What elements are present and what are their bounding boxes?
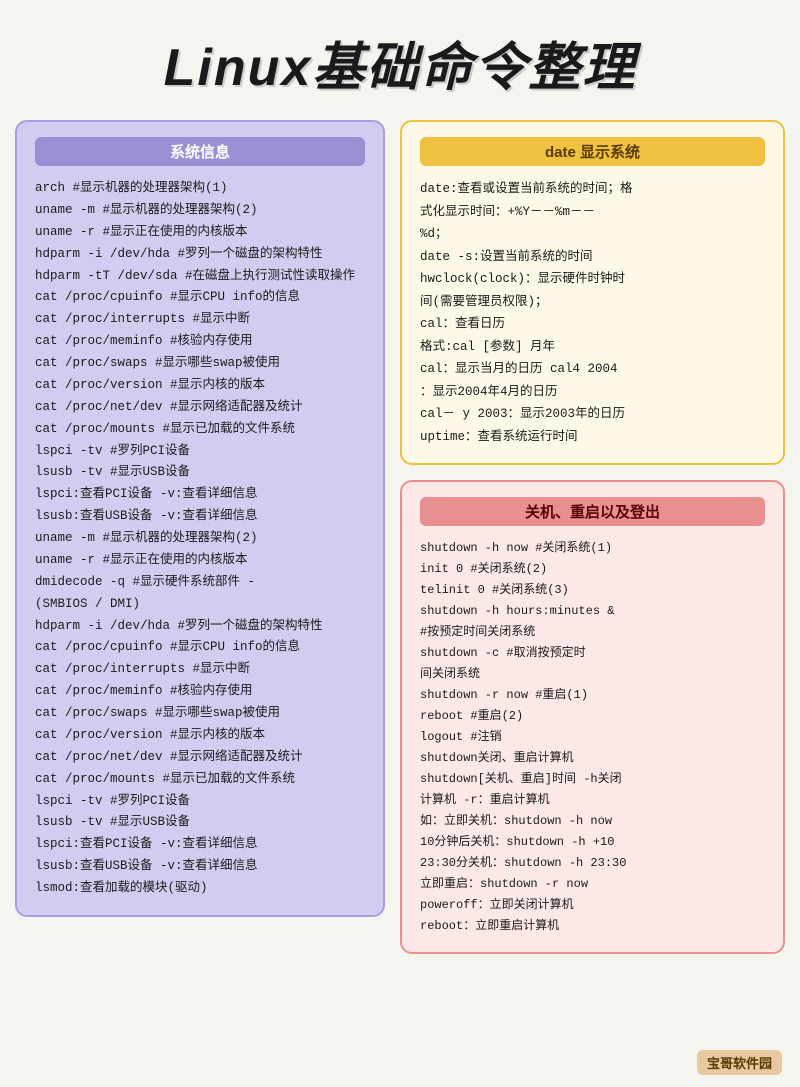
list-item: hwclock(clock)：显示硬件时钟时 (420, 268, 765, 291)
shutdown-card: 关机、重启以及登出 shutdown -h now #关闭系统(1)init 0… (400, 480, 785, 954)
list-item: uptime：查看系统运行时间 (420, 426, 765, 449)
list-item: hdparm -tT /dev/sda #在磁盘上执行测试性读取操作 (35, 266, 365, 288)
list-item: shutdown -c #取消按预定时 (420, 643, 765, 664)
list-item: 23:30分关机：shutdown -h 23:30 (420, 853, 765, 874)
list-item: 立即重启：shutdown -r now (420, 874, 765, 895)
list-item: date:查看或设置当前系统的时间；格 (420, 178, 765, 201)
date-card: date 显示系统 date:查看或设置当前系统的时间；格式化显示时间：+%Y－… (400, 120, 785, 465)
sysinfo-title: 系统信息 (170, 144, 230, 161)
page-title: Linux基础命令整理 (15, 25, 785, 100)
list-item: cat /proc/interrupts #显示中断 (35, 309, 365, 331)
list-item: cat /proc/meminfo #核验内存使用 (35, 331, 365, 353)
left-column: 系统信息 arch #显示机器的处理器架构(1)uname -m #显示机器的处… (15, 120, 385, 917)
list-item: reboot #重启(2) (420, 706, 765, 727)
list-item: lspci:查看PCI设备 -v:查看详细信息 (35, 834, 365, 856)
list-item: shutdown -r now #重启(1) (420, 685, 765, 706)
list-item: cat /proc/cpuinfo #显示CPU info的信息 (35, 287, 365, 309)
sysinfo-title-bar: 系统信息 (35, 137, 365, 166)
list-item: cat /proc/net/dev #显示网络适配器及统计 (35, 397, 365, 419)
list-item: cal：查看日历 (420, 313, 765, 336)
list-item: lsusb -tv #显示USB设备 (35, 462, 365, 484)
date-title-bar: date 显示系统 (420, 137, 765, 166)
list-item: cat /proc/interrupts #显示中断 (35, 659, 365, 681)
list-item: date -s:设置当前系统的时间 (420, 246, 765, 269)
list-item: 10分钟后关机：shutdown -h +10 (420, 832, 765, 853)
list-item: hdparm -i /dev/hda #罗列一个磁盘的架构特性 (35, 616, 365, 638)
date-content: date:查看或设置当前系统的时间；格式化显示时间：+%Y－－%m－－%d；da… (420, 178, 765, 448)
list-item: cat /proc/mounts #显示已加载的文件系统 (35, 419, 365, 441)
list-item: 如：立即关机：shutdown -h now (420, 811, 765, 832)
list-item: lsmod:查看加载的模块(驱动) (35, 878, 365, 900)
list-item: cat /proc/cpuinfo #显示CPU info的信息 (35, 637, 365, 659)
sysinfo-content: arch #显示机器的处理器架构(1)uname -m #显示机器的处理器架构(… (35, 178, 365, 900)
list-item: cat /proc/swaps #显示哪些swap被使用 (35, 353, 365, 375)
list-item: shutdown -h now #关闭系统(1) (420, 538, 765, 559)
list-item: cat /proc/swaps #显示哪些swap被使用 (35, 703, 365, 725)
list-item: lsusb:查看USB设备 -v:查看详细信息 (35, 856, 365, 878)
sysinfo-card: 系统信息 arch #显示机器的处理器架构(1)uname -m #显示机器的处… (15, 120, 385, 917)
list-item: cal：显示当月的日历 cal4 2004 (420, 358, 765, 381)
list-item: uname -m #显示机器的处理器架构(2) (35, 528, 365, 550)
list-item: %d； (420, 223, 765, 246)
list-item: cat /proc/version #显示内核的版本 (35, 725, 365, 747)
list-item: lsusb -tv #显示USB设备 (35, 812, 365, 834)
list-item: shutdown[关机、重启]时间 -h关闭 (420, 769, 765, 790)
shutdown-title-bar: 关机、重启以及登出 (420, 497, 765, 526)
date-title: date 显示系统 (545, 144, 640, 161)
list-item: 间(需要管理员权限)； (420, 291, 765, 314)
list-item: lsusb:查看USB设备 -v:查看详细信息 (35, 506, 365, 528)
list-item: ：显示2004年4月的日历 (420, 381, 765, 404)
shutdown-content: shutdown -h now #关闭系统(1)init 0 #关闭系统(2)t… (420, 538, 765, 937)
list-item: init 0 #关闭系统(2) (420, 559, 765, 580)
list-item: logout #注销 (420, 727, 765, 748)
right-column: date 显示系统 date:查看或设置当前系统的时间；格式化显示时间：+%Y－… (400, 120, 785, 954)
list-item: cat /proc/version #显示内核的版本 (35, 375, 365, 397)
list-item: 格式:cal [参数] 月年 (420, 336, 765, 359)
list-item: arch #显示机器的处理器架构(1) (35, 178, 365, 200)
content-area: 系统信息 arch #显示机器的处理器架构(1)uname -m #显示机器的处… (15, 120, 785, 954)
list-item: 间关闭系统 (420, 664, 765, 685)
list-item: uname -m #显示机器的处理器架构(2) (35, 200, 365, 222)
list-item: (SMBIOS / DMI) (35, 594, 365, 616)
list-item: cat /proc/net/dev #显示网络适配器及统计 (35, 747, 365, 769)
list-item: 计算机 -r：重启计算机 (420, 790, 765, 811)
list-item: reboot：立即重启计算机 (420, 916, 765, 937)
list-item: cat /proc/meminfo #核验内存使用 (35, 681, 365, 703)
page-container: Linux基础命令整理 系统信息 arch #显示机器的处理器架构(1)unam… (0, 0, 800, 1087)
shutdown-title: 关机、重启以及登出 (525, 504, 660, 521)
watermark: 宝哥软件园 (697, 1050, 782, 1075)
list-item: lspci -tv #罗列PCI设备 (35, 791, 365, 813)
list-item: poweroff：立即关闭计算机 (420, 895, 765, 916)
list-item: telinit 0 #关闭系统(3) (420, 580, 765, 601)
list-item: shutdown关闭、重启计算机 (420, 748, 765, 769)
list-item: uname -r #显示正在使用的内核版本 (35, 222, 365, 244)
list-item: 式化显示时间：+%Y－－%m－－ (420, 201, 765, 224)
list-item: shutdown -h hours:minutes & (420, 601, 765, 622)
list-item: hdparm -i /dev/hda #罗列一个磁盘的架构特性 (35, 244, 365, 266)
list-item: dmidecode -q #显示硬件系统部件 - (35, 572, 365, 594)
list-item: lspci:查看PCI设备 -v:查看详细信息 (35, 484, 365, 506)
list-item: #按预定时间关闭系统 (420, 622, 765, 643)
title-area: Linux基础命令整理 (15, 10, 785, 120)
list-item: uname -r #显示正在使用的内核版本 (35, 550, 365, 572)
list-item: cat /proc/mounts #显示已加载的文件系统 (35, 769, 365, 791)
list-item: cal－ y 2003：显示2003年的日历 (420, 403, 765, 426)
list-item: lspci -tv #罗列PCI设备 (35, 441, 365, 463)
